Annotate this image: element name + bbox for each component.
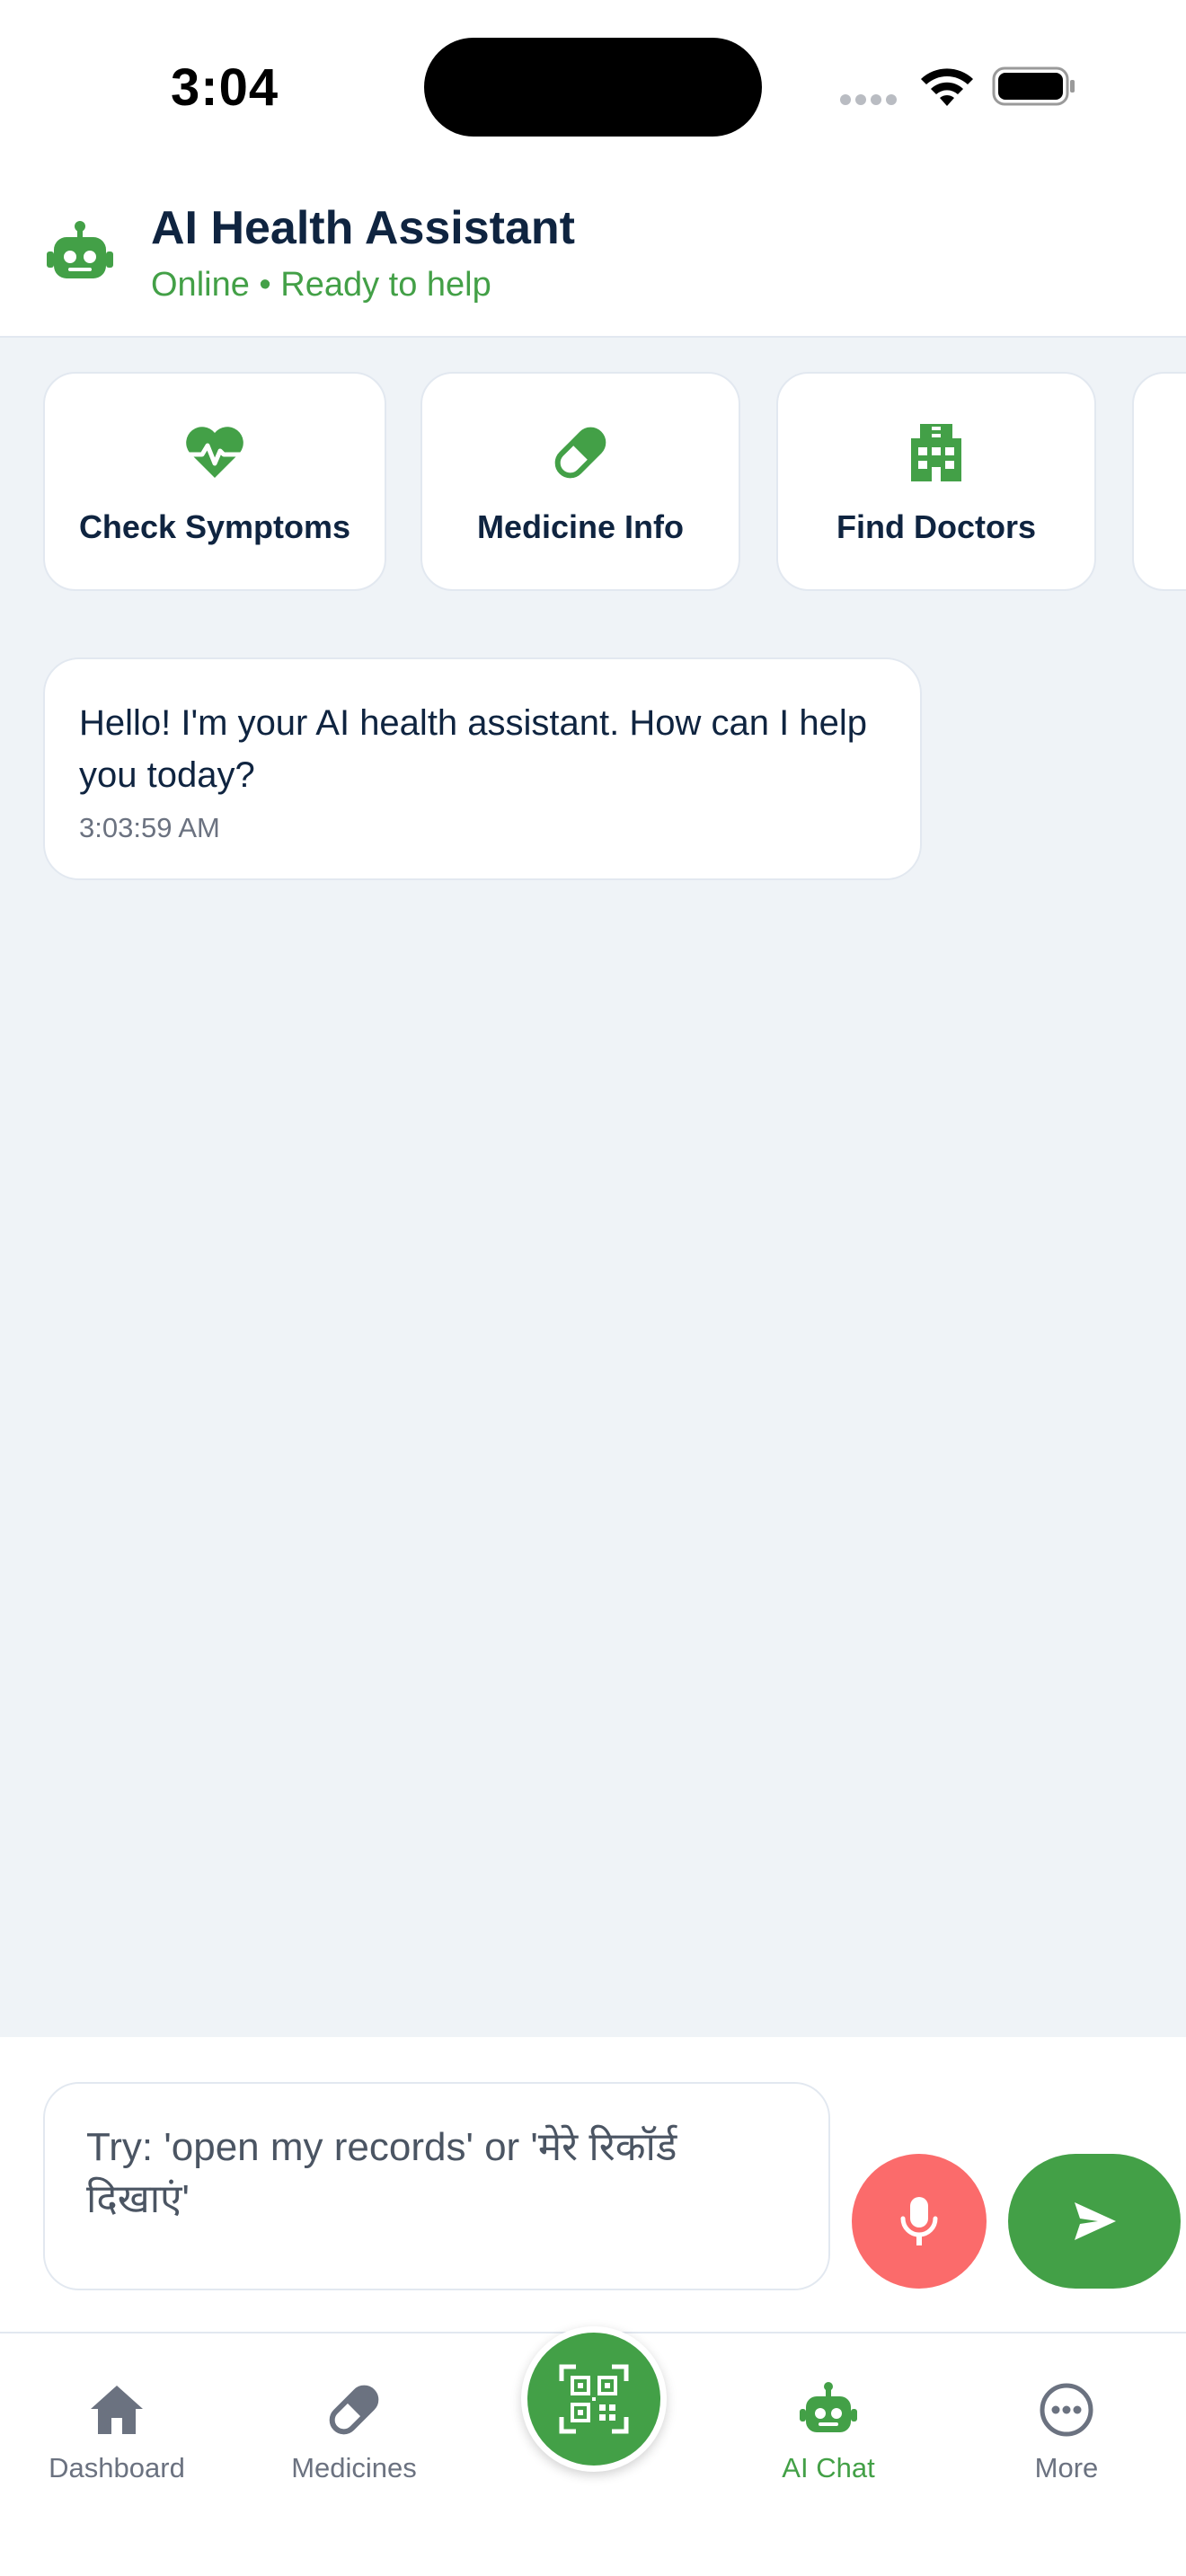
tab-label: Dashboard [49, 2452, 185, 2483]
quick-actions: Check Symptoms Medicine Info Find Doctor… [43, 372, 1186, 591]
dynamic-island [424, 38, 762, 137]
quick-action-label: Find Doctors [836, 508, 1036, 545]
tab-label: AI Chat [782, 2452, 875, 2483]
cellular-signal-icon [840, 93, 903, 106]
tab-medicines[interactable]: Medicines [255, 2380, 453, 2484]
send-button[interactable] [1008, 2154, 1181, 2289]
message-composer [0, 2037, 1186, 2333]
quick-action-label: Medicine Info [476, 508, 684, 545]
message-input[interactable] [43, 2082, 830, 2290]
message-timestamp: 3:03:59 AM [79, 812, 220, 843]
robot-icon [47, 221, 113, 278]
tab-dashboard[interactable]: Dashboard [18, 2380, 216, 2484]
hospital-icon [911, 424, 961, 481]
chat-header: AI Health Assistant Online • Ready to he… [0, 171, 1186, 338]
tab-label: More [1034, 2452, 1099, 2483]
more-icon [1040, 2383, 1093, 2437]
pill-icon [329, 2385, 379, 2435]
quick-action-label: Check Symptoms [78, 508, 351, 545]
heart-pulse-icon [186, 427, 243, 478]
tab-label: Medicines [291, 2452, 417, 2483]
pill-icon [554, 427, 606, 479]
battery-icon [992, 66, 1075, 106]
quick-action-medicine-info[interactable]: Medicine Info [420, 372, 740, 591]
send-icon [1075, 2202, 1116, 2240]
status-time: 3:04 [171, 58, 279, 117]
quick-action-check-symptoms[interactable]: Check Symptoms [43, 372, 386, 591]
quick-action-find-doctors[interactable]: Find Doctors [776, 372, 1096, 591]
microphone-icon [900, 2197, 938, 2245]
chat-area[interactable]: Check Symptoms Medicine Info Find Doctor… [0, 338, 1186, 2037]
quick-action-more[interactable] [1132, 372, 1186, 591]
voice-input-button[interactable] [852, 2154, 987, 2289]
assistant-message-bubble: Hello! I'm your AI health assistant. How… [43, 657, 922, 880]
qr-scan-button[interactable] [521, 2326, 667, 2472]
qr-scan-icon [559, 2364, 629, 2434]
online-status: Online • Ready to help [151, 266, 491, 304]
tab-more[interactable]: More [968, 2380, 1165, 2484]
home-icon [91, 2386, 143, 2434]
tab-ai-chat[interactable]: AI Chat [730, 2380, 927, 2484]
bottom-tab-bar: Dashboard Medicines AI Chat More [0, 2326, 1186, 2576]
status-bar: 3:04 [0, 0, 1186, 171]
chat-title: AI Health Assistant [151, 202, 575, 254]
message-text: Hello! I'm your AI health assistant. How… [79, 703, 867, 795]
wifi-icon [921, 68, 973, 106]
robot-icon [800, 2382, 857, 2432]
